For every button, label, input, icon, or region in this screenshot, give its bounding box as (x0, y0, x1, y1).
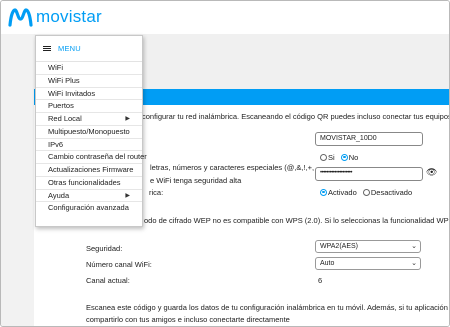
movistar-m-icon (8, 8, 33, 27)
password-hint-line-1: letras, números y caracteres especiales … (150, 163, 315, 172)
router-admin-window: movistar configurar tu red inalámbrica. … (0, 0, 450, 327)
menu-item-ayuda[interactable]: Ayuda ▶ (36, 190, 142, 203)
qr-note-line-1: Escanea este código y guarda los datos d… (86, 303, 450, 312)
ssid-value: MOVISTAR_10D0 (320, 135, 377, 142)
chevron-down-icon: ⌄ (411, 243, 417, 250)
security-select[interactable]: WPA2(AES) ⌄ (315, 240, 421, 253)
band-on-radio[interactable]: Activado (320, 188, 357, 197)
hide-ssid-radios: Si No (320, 153, 362, 162)
current-channel-label: Canal actual: (86, 276, 130, 285)
menu-item-wifi[interactable]: WiFi (36, 62, 142, 75)
band-off-radio[interactable]: Desactivado (362, 188, 412, 197)
hamburger-icon (43, 45, 51, 52)
menu-item-actualizaciones[interactable]: Actualizaciones Firmware (36, 164, 142, 177)
channel-label: Número canal WiFi: (86, 260, 152, 269)
channel-select[interactable]: Auto ⌄ (315, 257, 421, 270)
security-value: WPA2(AES) (320, 243, 358, 250)
ssid-input[interactable]: MOVISTAR_10D0 (315, 132, 423, 146)
menu-item-otras-funcionalidades[interactable]: Otras funcionalidades (36, 177, 142, 190)
show-password-eye-icon[interactable]: 👁 (426, 167, 437, 178)
channel-value: Auto (320, 260, 335, 267)
top-bar: movistar (1, 1, 449, 34)
security-label: Seguridad: (86, 244, 123, 253)
chevron-down-icon: ⌄ (411, 260, 417, 267)
menu-item-configuracion-avanzada[interactable]: Configuración avanzada (36, 202, 142, 215)
menu-list: WiFi WiFi Plus WiFi Invitados Puertos Re… (36, 62, 147, 215)
hide-ssid-no[interactable]: No (340, 153, 358, 162)
wep-note: odo de cifrado WEP no es compatible con … (144, 216, 450, 225)
wifi-password-input[interactable]: •••••••••••••••••••• (315, 167, 423, 181)
movistar-logo[interactable]: movistar (8, 7, 102, 27)
left-rail (1, 34, 34, 326)
menu-item-cambio-contrasena[interactable]: Cambio contraseña del router (36, 151, 147, 164)
menu-item-multipuesto[interactable]: Multipuesto/Monopuesto (36, 126, 142, 139)
submenu-arrow-icon: ▶ (125, 116, 130, 122)
menu-title: MENU (58, 44, 81, 53)
password-hint-line-2: e WiFi tenga seguridad alta (150, 176, 242, 185)
submenu-arrow-icon: ▶ (125, 192, 130, 199)
menu-item-red-local[interactable]: Red Local ▶ (36, 113, 142, 126)
brand-name: movistar (36, 7, 102, 26)
current-channel-value: 6 (318, 276, 323, 285)
intro-text: configurar tu red inalámbrica. Escaneand… (142, 112, 450, 121)
hide-ssid-yes[interactable]: Si (320, 153, 335, 162)
main-menu-dropdown: MENU WiFi WiFi Plus WiFi Invitados Puert… (35, 35, 147, 227)
menu-item-wifi-plus[interactable]: WiFi Plus (36, 75, 142, 88)
menu-item-wifi-invitados[interactable]: WiFi Invitados (36, 88, 142, 101)
band-row-label: rica: (149, 188, 164, 197)
password-value: •••••••••••••••••••• (320, 170, 353, 176)
menu-header[interactable]: MENU (36, 36, 142, 62)
menu-item-ipv6[interactable]: IPv6 (36, 139, 142, 152)
menu-item-puertos[interactable]: Puertos (36, 100, 142, 113)
band-mode-radios: Activado Desactivado (320, 188, 416, 197)
qr-note-line-2: compartirlo con tus amigos e incluso con… (86, 315, 290, 324)
